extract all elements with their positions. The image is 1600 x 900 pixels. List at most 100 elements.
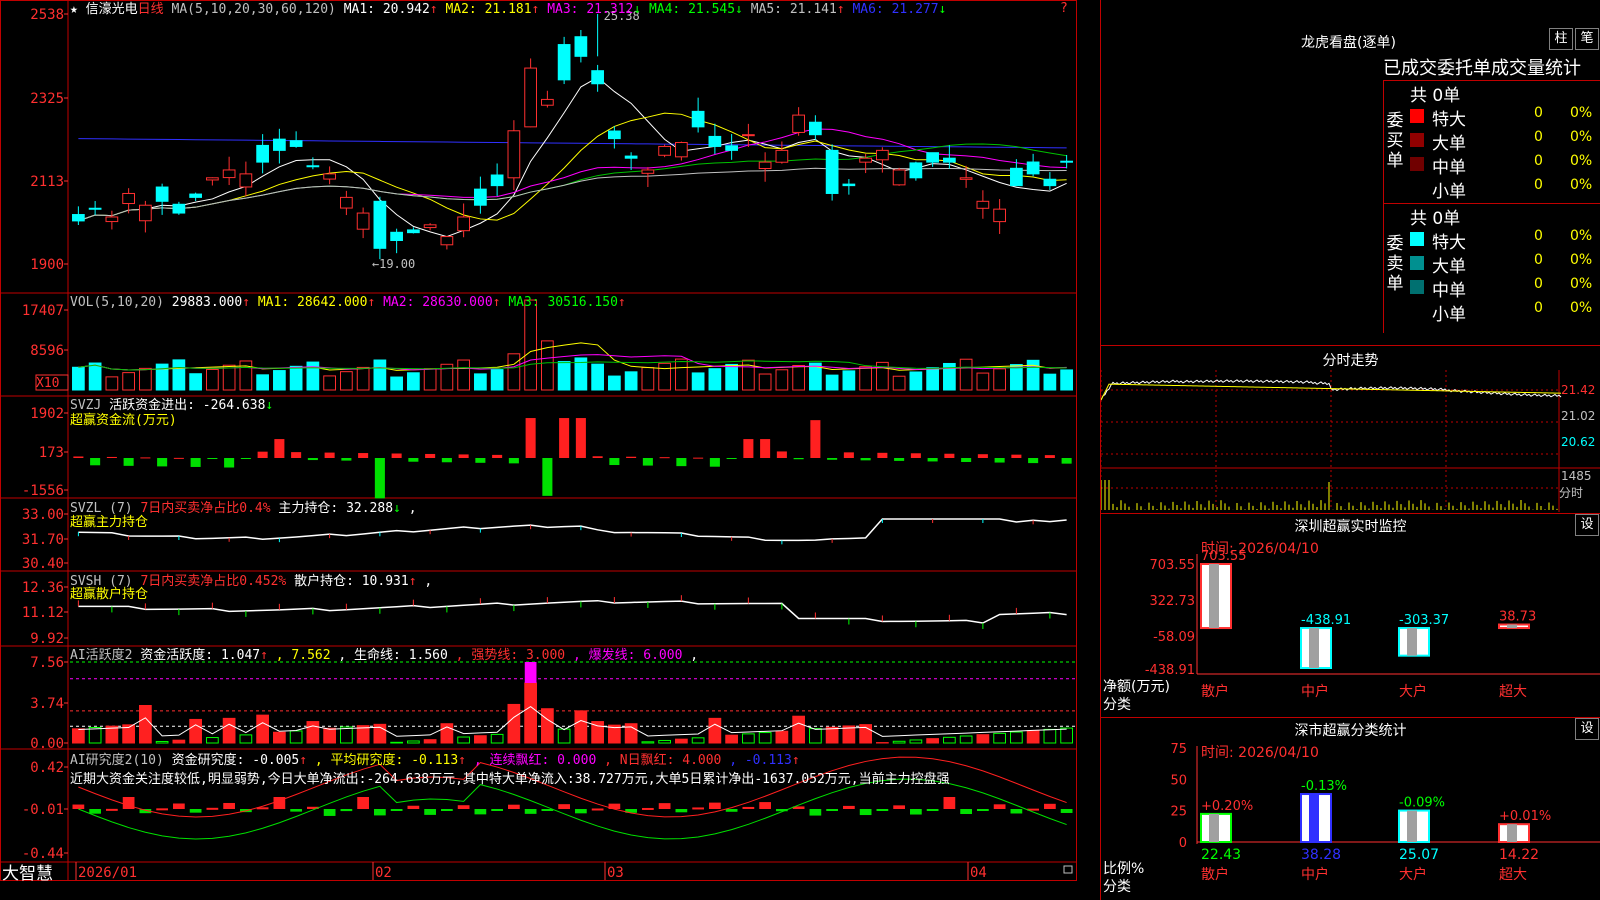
research-bar[interactable] [575,809,587,814]
fund-flow-bar[interactable] [961,458,972,462]
research-bar[interactable] [859,809,872,816]
candle[interactable] [155,186,169,202]
research-bar[interactable] [1010,809,1023,814]
candle[interactable] [976,200,990,209]
candle[interactable] [641,169,655,174]
fund-flow-bar[interactable] [408,458,419,462]
candle[interactable] [72,214,85,222]
candle[interactable] [909,162,923,179]
intraday-panel[interactable]: 分时走势 21.42 21.02 20.62 1485 分时 [1100,345,1600,513]
research-bar[interactable] [474,809,487,815]
fund-flow-bar[interactable] [207,458,218,459]
activity-bar[interactable] [943,736,956,744]
fund-flow-bar[interactable] [190,458,201,467]
activity-bar[interactable] [189,718,202,744]
research-bar[interactable] [290,809,302,812]
candle[interactable] [1026,161,1040,175]
fund-flow-bar[interactable] [1028,458,1039,464]
candle[interactable] [608,130,621,140]
candle[interactable] [222,169,236,179]
research-bar[interactable] [323,809,336,816]
candle[interactable] [943,157,956,163]
activity-bar[interactable] [708,717,722,744]
activity-bar[interactable] [825,726,839,744]
svsh-panel[interactable] [77,595,1067,629]
volume-bar[interactable] [557,361,571,391]
research-bar[interactable] [742,806,755,809]
activity-bar[interactable] [390,741,403,744]
candle[interactable] [440,236,454,246]
candle[interactable] [88,207,102,210]
activity-bar[interactable] [809,728,822,744]
volume-bar[interactable] [825,374,839,391]
activity-bar[interactable] [1026,730,1040,744]
activity-bar[interactable] [758,732,772,744]
activity-bar[interactable] [926,738,939,744]
volume-bar[interactable] [775,369,789,391]
research-bar[interactable] [457,805,470,809]
fund-flow-bar[interactable] [508,458,519,464]
candle[interactable] [1043,178,1057,187]
candle[interactable] [507,130,521,179]
research-bar[interactable] [725,809,738,812]
research-bar[interactable] [893,805,905,809]
activity-bar[interactable] [574,710,588,744]
volume-bar[interactable] [658,362,671,391]
candle[interactable] [926,152,939,163]
volume-bar[interactable] [88,362,102,391]
volume-bar[interactable] [859,366,872,391]
volume-bar[interactable] [792,365,805,391]
research-bar[interactable] [340,809,353,812]
research-bar[interactable] [591,808,604,811]
candle[interactable] [574,36,588,57]
volume-bar[interactable] [340,371,353,391]
candle[interactable] [340,196,353,209]
research-bar[interactable] [658,803,671,809]
candle[interactable] [273,138,286,151]
activity-bar[interactable] [407,740,420,744]
activity-bar[interactable] [524,682,537,744]
fund-flow-bar[interactable] [994,458,1005,463]
candle[interactable] [1010,167,1023,187]
research-bar[interactable] [206,807,219,810]
activity-bar[interactable] [909,739,923,744]
fund-flow-bar[interactable] [291,452,302,458]
fund-flow-bar[interactable] [140,457,151,459]
fund-flow-bar[interactable] [860,458,871,461]
activity-bar[interactable] [289,730,303,744]
main-chart-area[interactable]: 25.38←19.00 X10 近期大资金关注度较低,明显弱势,今日大单净流出:… [0,0,1100,900]
candle[interactable] [775,149,789,163]
candle[interactable] [876,149,889,161]
research-bar[interactable] [709,802,721,809]
candle[interactable] [541,98,554,106]
activity-bar[interactable] [155,740,169,744]
research-bar[interactable] [675,809,688,813]
volume-bar[interactable] [206,368,219,391]
activity-bar[interactable] [775,730,789,744]
research-bar[interactable] [809,809,822,816]
candle[interactable] [624,155,638,159]
activity-bar[interactable] [457,736,470,744]
fund-flow-bar[interactable] [240,458,251,459]
volume-bar[interactable] [323,375,336,391]
activity-bar[interactable] [474,735,487,744]
fund-flow-bar[interactable] [224,458,235,468]
fund-flow-bar[interactable] [73,456,84,458]
activity-bar[interactable] [1060,727,1073,744]
research-bar[interactable] [508,804,520,809]
research-bar[interactable] [993,804,1006,809]
activity-bar[interactable] [490,733,504,744]
candle[interactable] [591,70,604,85]
candle[interactable] [691,110,705,128]
fund-flow-bar[interactable] [760,439,771,458]
candle[interactable] [306,165,320,168]
volume-bar[interactable] [490,369,504,391]
ai-research-panel[interactable]: 近期大资金关注度较低,明显弱势,今日大单净流出:-264.638万元,其中特大单… [70,756,1073,840]
volume-bar[interactable] [423,368,437,391]
research-bar[interactable] [72,804,85,809]
activity-bar[interactable] [256,714,269,744]
activity-bar[interactable] [206,737,219,744]
volume-bar[interactable] [675,358,688,391]
volume-bar[interactable] [708,368,722,391]
volume-bar[interactable] [222,364,236,391]
